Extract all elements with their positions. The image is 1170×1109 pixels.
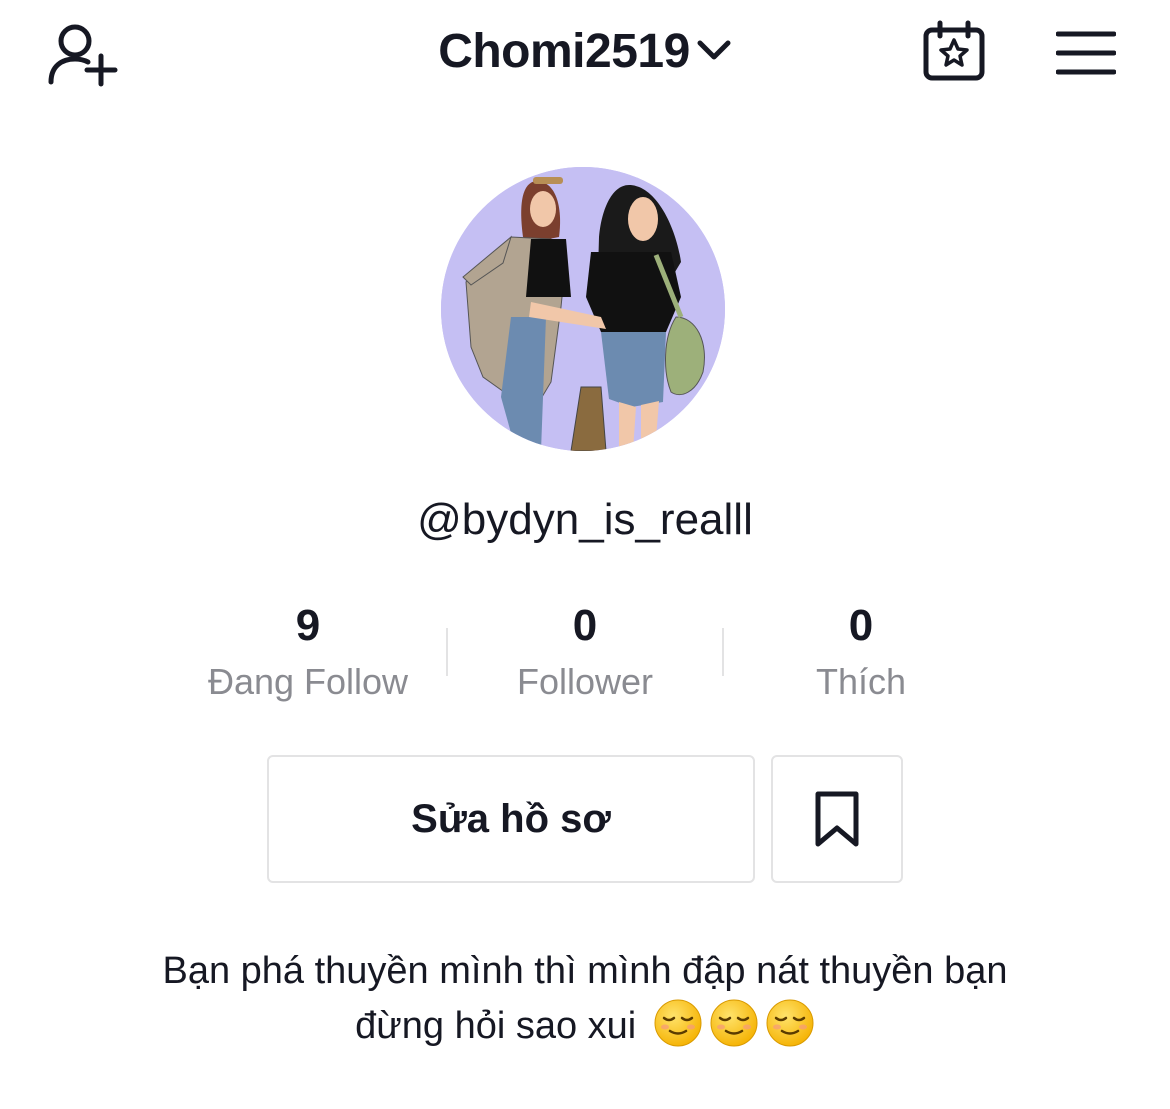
favorites-button[interactable] (771, 755, 903, 883)
profile-bio: Bạn phá thuyền mình thì mình đập nát thu… (60, 944, 1110, 1053)
likes-label: Thích (815, 661, 907, 702)
followers-count: 0 (572, 601, 598, 650)
bio-line-2: đừng hỏi sao xui (60, 998, 1110, 1053)
edit-profile-button[interactable]: Sửa hồ sơ (267, 755, 755, 883)
relieved-face-emoji (766, 999, 814, 1047)
relieved-face-emoji (710, 999, 758, 1047)
edit-profile-label: Sửa hồ sơ (411, 796, 611, 841)
bookmark-icon (815, 791, 859, 847)
likes-count: 0 (848, 601, 874, 650)
username-title: Chomi2519 (438, 25, 690, 78)
profile-username-switcher[interactable]: Chomi2519 (0, 24, 1170, 80)
stat-following[interactable]: 9 Đang Follow (170, 600, 446, 704)
bio-line-1: Bạn phá thuyền mình thì mình đập nát thu… (162, 950, 1008, 992)
hamburger-menu-icon[interactable] (1056, 30, 1116, 76)
chevron-down-icon (697, 40, 731, 60)
stat-followers[interactable]: 0 Follower (447, 600, 723, 704)
following-count: 9 (295, 601, 321, 650)
profile-avatar[interactable] (441, 167, 725, 451)
avatar-illustration (441, 167, 725, 451)
relieved-face-emoji (654, 999, 702, 1047)
following-label: Đang Follow (207, 661, 409, 702)
calendar-star-icon[interactable] (922, 20, 986, 82)
profile-handle: @bydyn_is_realll (417, 495, 753, 544)
stat-likes[interactable]: 0 Thích (723, 600, 999, 704)
bio-line-2-text: đừng hỏi sao xui (355, 1005, 637, 1047)
followers-label: Follower (516, 661, 654, 702)
